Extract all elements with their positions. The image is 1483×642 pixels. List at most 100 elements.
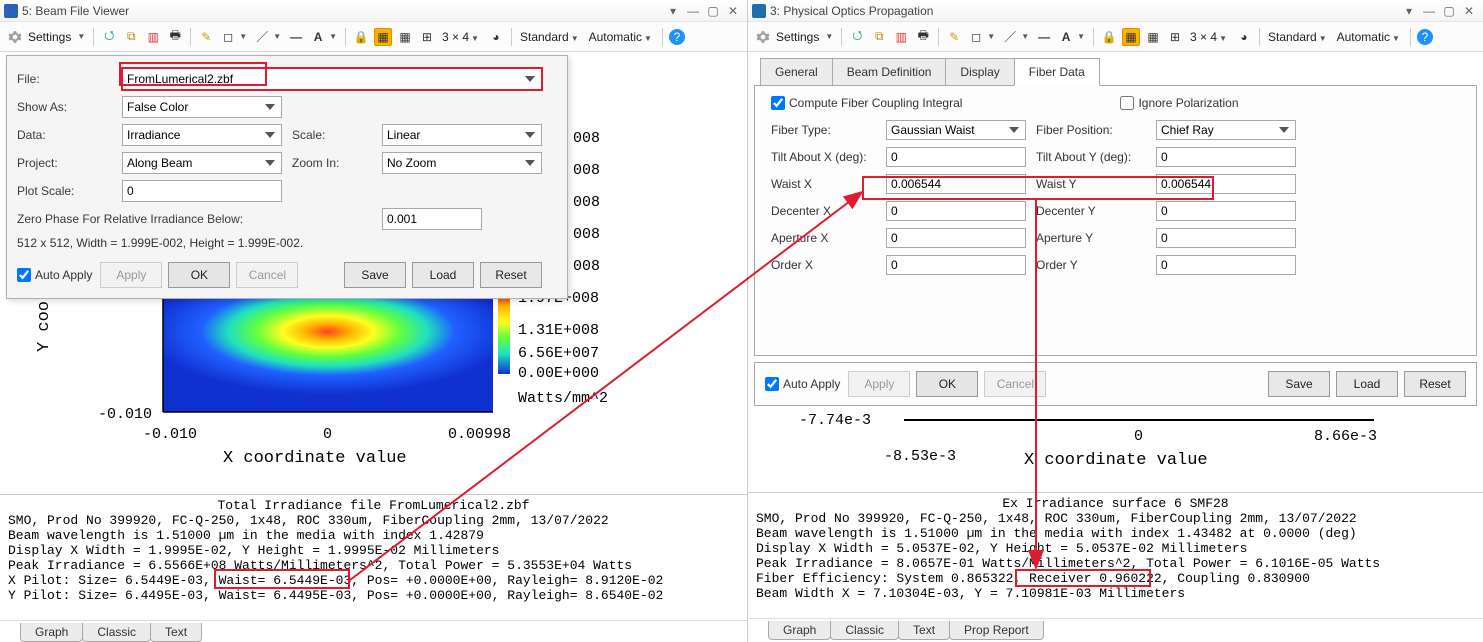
ok-button[interactable]: OK — [168, 262, 230, 288]
showas-select[interactable]: False Color — [122, 96, 282, 118]
square-icon[interactable]: ◻ — [219, 28, 237, 46]
chevron-down-icon[interactable]: ▼ — [273, 32, 281, 41]
data-select[interactable]: Irradiance — [122, 124, 282, 146]
clock-icon[interactable]: ◕ — [487, 28, 505, 46]
settings-dropdown-chevron-icon[interactable]: ▼ — [825, 32, 833, 41]
square-icon[interactable]: ◻ — [967, 28, 985, 46]
close-icon[interactable]: ✕ — [723, 3, 743, 19]
tab-graph[interactable]: Graph — [20, 623, 83, 642]
cancel-button[interactable]: Cancel — [236, 262, 298, 288]
tab-graph[interactable]: Graph — [768, 621, 831, 640]
ordx-input[interactable] — [886, 255, 1026, 275]
grid3-icon[interactable]: ⊞ — [418, 28, 436, 46]
tab-beam-definition[interactable]: Beam Definition — [832, 58, 947, 86]
chart-icon[interactable]: ▥ — [144, 28, 162, 46]
tab-fiber-data[interactable]: Fiber Data — [1014, 58, 1100, 86]
apply-button[interactable]: Apply — [848, 371, 910, 397]
chevron-down-icon[interactable]: ▾ — [663, 3, 683, 19]
reset-button[interactable]: Reset — [480, 262, 542, 288]
printer-icon[interactable]: 🖶 — [914, 28, 932, 46]
clock-icon[interactable]: ◕ — [1235, 28, 1253, 46]
arrow-icon[interactable]: — — [287, 28, 305, 46]
arrow-icon[interactable]: — — [1035, 28, 1053, 46]
help-icon[interactable]: ? — [1417, 29, 1433, 45]
settings-button[interactable]: Settings — [28, 30, 71, 44]
pencil-icon[interactable]: ✎ — [197, 28, 215, 46]
tilty-input[interactable] — [1156, 147, 1296, 167]
maximize-icon[interactable]: ▢ — [1439, 3, 1459, 19]
waisty-input[interactable] — [1156, 174, 1296, 194]
reset-button[interactable]: Reset — [1404, 371, 1466, 397]
chevron-down-icon[interactable]: ▼ — [987, 32, 995, 41]
grid2-icon[interactable]: ▦ — [1144, 28, 1162, 46]
minimize-icon[interactable]: — — [683, 3, 703, 19]
lock-icon[interactable]: 🔒 — [352, 28, 370, 46]
tab-display[interactable]: Display — [945, 58, 1014, 86]
automatic-select[interactable]: Automatic▼ — [587, 30, 656, 44]
tab-prop-report[interactable]: Prop Report — [949, 621, 1044, 640]
tab-general[interactable]: General — [760, 58, 833, 86]
grid-size-select[interactable]: 3 × 4▼ — [1188, 30, 1231, 44]
text-output-left[interactable]: Total Irradiance file FromLumerical2.zbf… — [0, 494, 747, 620]
text-output-right[interactable]: Ex Irradiance surface 6 SMF28SMO, Prod N… — [748, 492, 1483, 618]
project-select[interactable]: Along Beam — [122, 152, 282, 174]
line-icon[interactable]: ／ — [253, 28, 271, 46]
grid-highlight-icon[interactable]: ▦ — [1122, 28, 1140, 46]
plotscale-input[interactable] — [122, 180, 282, 202]
file-select[interactable]: FromLumerical2.zbf — [122, 68, 542, 90]
apply-button[interactable]: Apply — [100, 262, 162, 288]
standard-select[interactable]: Standard▼ — [518, 30, 583, 44]
apy-input[interactable] — [1156, 228, 1296, 248]
zoom-select[interactable]: No Zoom — [382, 152, 542, 174]
grid-highlight-icon[interactable]: ▦ — [374, 28, 392, 46]
minimize-icon[interactable]: — — [1419, 3, 1439, 19]
chevron-down-icon[interactable]: ▼ — [1021, 32, 1029, 41]
save-button[interactable]: Save — [1268, 371, 1330, 397]
apx-input[interactable] — [886, 228, 1026, 248]
grid2-icon[interactable]: ▦ — [396, 28, 414, 46]
waistx-input[interactable] — [886, 174, 1026, 194]
refresh-icon[interactable]: ⭯ — [100, 28, 118, 46]
copy-icon[interactable]: ⧉ — [122, 28, 140, 46]
cancel-button[interactable]: Cancel — [984, 371, 1046, 397]
tab-classic[interactable]: Classic — [830, 621, 899, 640]
automatic-select[interactable]: Automatic▼ — [1335, 30, 1404, 44]
compute-fiber-checkbox[interactable]: Compute Fiber Coupling Integral — [771, 96, 962, 110]
autoapply-checkbox[interactable]: Auto Apply — [765, 377, 840, 391]
chevron-down-icon[interactable]: ▾ — [1399, 3, 1419, 19]
load-button[interactable]: Load — [1336, 371, 1398, 397]
text-tool-icon[interactable]: A — [1057, 28, 1075, 46]
chevron-down-icon[interactable]: ▼ — [239, 32, 247, 41]
scale-select[interactable]: Linear — [382, 124, 542, 146]
tiltx-input[interactable] — [886, 147, 1026, 167]
line-icon[interactable]: ／ — [1001, 28, 1019, 46]
tab-text[interactable]: Text — [898, 621, 950, 640]
chevron-down-icon[interactable]: ▼ — [329, 32, 337, 41]
fibertype-select[interactable]: Gaussian Waist — [886, 120, 1026, 140]
save-button[interactable]: Save — [344, 262, 406, 288]
copy-icon[interactable]: ⧉ — [870, 28, 888, 46]
tab-text[interactable]: Text — [150, 623, 202, 642]
text-tool-icon[interactable]: A — [309, 28, 327, 46]
chart-icon[interactable]: ▥ — [892, 28, 910, 46]
maximize-icon[interactable]: ▢ — [703, 3, 723, 19]
load-button[interactable]: Load — [412, 262, 474, 288]
autoapply-checkbox[interactable]: Auto Apply — [17, 268, 92, 282]
tab-classic[interactable]: Classic — [82, 623, 151, 642]
settings-dropdown-chevron-icon[interactable]: ▼ — [77, 32, 85, 41]
ordy-input[interactable] — [1156, 255, 1296, 275]
decy-input[interactable] — [1156, 201, 1296, 221]
settings-button[interactable]: Settings — [776, 30, 819, 44]
standard-select[interactable]: Standard▼ — [1266, 30, 1331, 44]
help-icon[interactable]: ? — [669, 29, 685, 45]
refresh-icon[interactable]: ⭯ — [848, 28, 866, 46]
gear-icon[interactable] — [6, 28, 24, 46]
decx-input[interactable] — [886, 201, 1026, 221]
close-icon[interactable]: ✕ — [1459, 3, 1479, 19]
ok-button[interactable]: OK — [916, 371, 978, 397]
zerophase-input[interactable] — [382, 208, 482, 230]
grid3-icon[interactable]: ⊞ — [1166, 28, 1184, 46]
chevron-down-icon[interactable]: ▼ — [1077, 32, 1085, 41]
printer-icon[interactable]: 🖶 — [166, 28, 184, 46]
pencil-icon[interactable]: ✎ — [945, 28, 963, 46]
